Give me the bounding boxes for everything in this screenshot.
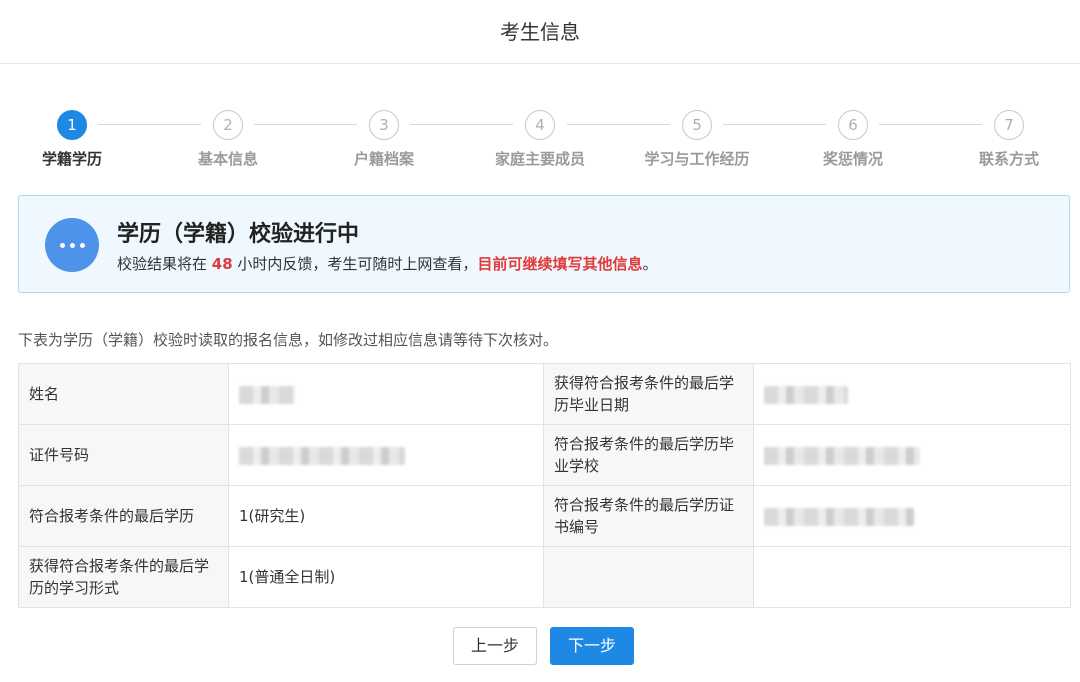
field-value-school [753,424,1071,486]
step-6[interactable]: 6 奖惩情况 [793,110,913,169]
prev-step-button[interactable]: 上一步 [453,627,537,665]
table-description: 下表为学历（学籍）校验时读取的报名信息，如修改过相应信息请等待下次核对。 [18,331,559,349]
step-2[interactable]: 2 基本信息 [168,110,288,169]
table-row: 姓名 获得符合报考条件的最后学历毕业日期 [18,363,1071,425]
redacted-value [239,385,295,404]
table-row: 证件号码 符合报考条件的最后学历毕业学校 [18,424,1071,486]
empty-cell [543,546,754,608]
registration-info-table: 姓名 获得符合报考条件的最后学历毕业日期 证件号码 符合报考条件的最后学历毕业学… [18,363,1071,608]
field-value-name [228,363,544,425]
step-number: 5 [682,110,712,140]
verification-notice: 学历（学籍）校验进行中 校验结果将在 48 小时内反馈，考生可随时上网查看，目前… [18,195,1070,293]
field-value-study-form: 1(普通全日制) [228,546,544,608]
redacted-value [239,446,405,465]
notice-title: 学历（学籍）校验进行中 [117,222,360,247]
field-value-education: 1(研究生) [228,485,544,547]
redacted-value [764,446,920,465]
table-row: 符合报考条件的最后学历 1(研究生) 符合报考条件的最后学历证书编号 [18,485,1071,547]
step-label: 户籍档案 [353,150,414,168]
field-label: 符合报考条件的最后学历证书编号 [543,485,754,547]
step-4[interactable]: 4 家庭主要成员 [480,110,600,169]
step-7[interactable]: 7 联系方式 [949,110,1069,169]
field-label: 符合报考条件的最后学历 [18,485,229,547]
page-title: 考生信息 [500,20,580,44]
field-value-graduation-date [753,363,1071,425]
step-indicator: 1 学籍学历 2 基本信息 3 户籍档案 4 家庭主要成员 5 学习与工作经历 … [0,104,1080,174]
step-1[interactable]: 1 学籍学历 [12,110,132,169]
redacted-value [764,507,914,526]
field-label: 姓名 [18,363,229,425]
feedback-hours: 48 [211,255,233,273]
step-label: 学习与工作经历 [644,150,750,168]
field-label: 获得符合报考条件的最后学历的学习形式 [18,546,229,608]
field-label: 证件号码 [18,424,229,486]
page-header: 考生信息 [0,0,1080,64]
step-label: 奖惩情况 [822,150,883,168]
notice-text: 校验结果将在 48 小时内反馈，考生可随时上网查看，目前可继续填写其他信息。 [117,255,658,273]
step-label: 家庭主要成员 [494,150,585,168]
redacted-value [764,385,848,404]
step-number: 6 [838,110,868,140]
step-number: 7 [994,110,1024,140]
step-label: 基本信息 [197,150,258,168]
empty-cell [753,546,1071,608]
table-row: 获得符合报考条件的最后学历的学习形式 1(普通全日制) [18,546,1071,608]
step-number: 3 [369,110,399,140]
more-dots-icon [45,218,99,272]
step-number: 1 [57,110,87,140]
step-label: 学籍学历 [41,150,102,168]
step-3[interactable]: 3 户籍档案 [324,110,444,169]
next-step-button[interactable]: 下一步 [550,627,634,665]
field-label: 符合报考条件的最后学历毕业学校 [543,424,754,486]
field-label: 获得符合报考条件的最后学历毕业日期 [543,363,754,425]
field-value-id-number [228,424,544,486]
step-label: 联系方式 [978,150,1039,168]
field-value-certificate-number [753,485,1071,547]
step-number: 2 [213,110,243,140]
notice-highlight: 目前可继续填写其他信息 [477,255,643,273]
step-number: 4 [525,110,555,140]
step-5[interactable]: 5 学习与工作经历 [637,110,757,169]
